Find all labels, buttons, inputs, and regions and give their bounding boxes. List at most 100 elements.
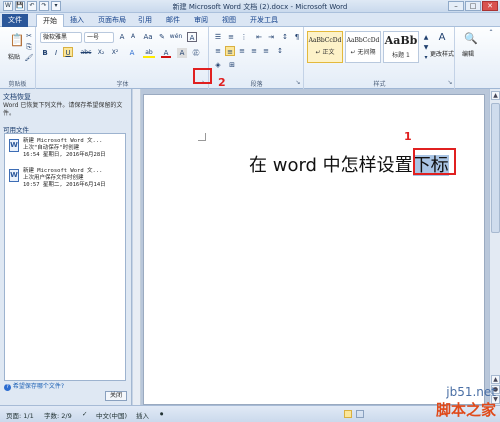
underline-icon[interactable]: U bbox=[63, 47, 73, 57]
bullets-icon[interactable]: ☰ bbox=[213, 32, 223, 42]
recovery-pane-description: Word 已恢复下列文件。请保存希望保留的文件。 bbox=[3, 102, 123, 117]
document-page[interactable]: 在 word 中怎样设置下标 bbox=[143, 94, 485, 405]
format-painter-icon[interactable]: 🖌 bbox=[24, 53, 34, 63]
styles-dialog-launcher-icon[interactable]: ↘ bbox=[446, 78, 454, 86]
status-bar: 页面: 1/1 字数: 2/9 ✓ 中文(中国) 插入 ⏺ bbox=[0, 405, 500, 422]
sort-icon[interactable]: ↕ bbox=[280, 32, 290, 42]
enclose-circle-icon[interactable]: ㊣ bbox=[191, 48, 201, 58]
tab-developer[interactable]: 开发工具 bbox=[244, 14, 284, 27]
maximize-button[interactable]: □ bbox=[465, 1, 481, 11]
tab-mailings[interactable]: 邮件 bbox=[160, 14, 186, 27]
quick-access-toolbar: W 💾 ↶ ↷ ▾ bbox=[3, 1, 61, 11]
tab-page-layout[interactable]: 页面布局 bbox=[92, 14, 132, 27]
tab-file[interactable]: 文件 bbox=[2, 14, 28, 27]
strikethrough-icon[interactable]: abc bbox=[79, 48, 93, 58]
paste-icon[interactable]: 📋 bbox=[9, 31, 25, 49]
word-app-icon[interactable]: W bbox=[3, 1, 13, 11]
which-file-link-text: 希望保存哪个文件? bbox=[12, 383, 65, 390]
superscript-icon[interactable]: X² bbox=[109, 48, 121, 58]
print-layout-view-icon[interactable] bbox=[344, 410, 352, 418]
shrink-font-icon[interactable]: A bbox=[128, 32, 138, 42]
recovered-file-item[interactable]: W 新建 Microsoft Word 文... 上次"自动保存"时创建 16:… bbox=[9, 138, 121, 166]
undo-icon[interactable]: ↶ bbox=[27, 1, 37, 11]
close-button[interactable]: ✕ bbox=[482, 1, 498, 11]
recovery-close-button[interactable]: 关闭 bbox=[105, 391, 127, 401]
style-no-spacing[interactable]: AaBbCcDd ↵ 无间隔 bbox=[345, 31, 381, 63]
align-left-icon[interactable]: ≡ bbox=[213, 46, 223, 56]
change-case-icon[interactable]: Aa bbox=[141, 32, 155, 42]
language-indicator[interactable]: 中文(中国) bbox=[96, 410, 127, 420]
highlight-icon[interactable]: ab bbox=[143, 48, 155, 58]
char-shading-icon[interactable]: A bbox=[177, 48, 187, 58]
numbering-icon[interactable]: ≡ bbox=[226, 32, 236, 42]
paste-label[interactable]: 粘贴 bbox=[8, 52, 20, 61]
insert-mode[interactable]: 插入 bbox=[136, 410, 149, 420]
clipboard-group: 📋 粘贴 ✂ ⎘ 🖌 剪贴板 bbox=[0, 27, 36, 89]
increase-indent-icon[interactable]: ⇥ bbox=[266, 32, 276, 42]
tab-insert[interactable]: 插入 bbox=[64, 14, 90, 27]
annotation-box-1 bbox=[413, 148, 456, 175]
style-normal[interactable]: AaBbCcDd ↵ 正文 bbox=[307, 31, 343, 63]
line-spacing-icon[interactable]: ↕ bbox=[275, 46, 285, 56]
clipboard-group-label: 剪贴板 bbox=[8, 81, 27, 88]
align-right-icon[interactable]: ≡ bbox=[237, 46, 247, 56]
proofing-icon[interactable]: ✓ bbox=[82, 410, 87, 418]
customize-qat-icon[interactable]: ▾ bbox=[51, 1, 61, 11]
tab-home[interactable]: 开始 bbox=[36, 14, 64, 27]
tab-view[interactable]: 视图 bbox=[216, 14, 242, 27]
phonetic-guide-icon[interactable]: wén bbox=[169, 32, 183, 42]
justify-icon[interactable]: ≡ bbox=[249, 46, 259, 56]
distributed-icon[interactable]: ≡ bbox=[261, 46, 271, 56]
document-recovery-pane: 文档恢复 Word 已恢复下列文件。请保存希望保留的文件。 可用文件 W 新建 … bbox=[0, 89, 132, 405]
change-styles-icon[interactable]: A bbox=[434, 33, 450, 43]
grow-font-icon[interactable]: A bbox=[117, 32, 127, 42]
text-effects-icon[interactable]: A bbox=[127, 48, 137, 58]
bold-icon[interactable]: B bbox=[40, 48, 50, 58]
vertical-ruler bbox=[133, 89, 141, 405]
styles-group-label: 样式 bbox=[373, 81, 386, 88]
shading-icon[interactable]: ◈ bbox=[213, 60, 223, 70]
cut-icon[interactable]: ✂ bbox=[24, 31, 34, 41]
multilevel-list-icon[interactable]: ⋮ bbox=[239, 32, 249, 42]
font-color-icon[interactable]: A bbox=[161, 48, 171, 58]
decrease-indent-icon[interactable]: ⇤ bbox=[254, 32, 264, 42]
prev-page-icon[interactable]: ▲ bbox=[491, 375, 500, 384]
scroll-up-icon[interactable]: ▲ bbox=[491, 91, 500, 100]
font-size-select[interactable]: 一号 bbox=[84, 32, 114, 43]
vertical-scrollbar[interactable]: ▲ ▲ ● ▼ bbox=[489, 89, 500, 405]
site-watermark: jb51.net 脚本之家 bbox=[436, 385, 496, 420]
style-heading-1[interactable]: AaBb 标题 1 bbox=[383, 31, 419, 63]
paragraph-dialog-launcher-icon[interactable]: ↘ bbox=[294, 78, 302, 86]
italic-icon[interactable]: I bbox=[51, 48, 61, 58]
watermark-brand: 脚本之家 bbox=[435, 401, 496, 419]
which-file-help-link[interactable]: ? 希望保存哪个文件? bbox=[4, 381, 64, 391]
clear-formatting-icon[interactable]: ✎ bbox=[157, 32, 167, 42]
macro-record-icon[interactable]: ⏺ bbox=[160, 410, 163, 419]
show-marks-icon[interactable]: ¶ bbox=[292, 32, 302, 42]
find-icon[interactable]: 🔍 bbox=[464, 32, 478, 46]
document-text-plain: 在 word 中怎样设置 bbox=[249, 155, 413, 176]
word-count[interactable]: 字数: 2/9 bbox=[44, 410, 72, 420]
tab-references[interactable]: 引用 bbox=[132, 14, 158, 27]
full-screen-view-icon[interactable] bbox=[356, 410, 364, 418]
annotation-number-2: 2 bbox=[218, 76, 226, 89]
align-center-icon[interactable]: ≡ bbox=[225, 46, 235, 56]
page-count[interactable]: 页面: 1/1 bbox=[6, 410, 34, 420]
recovered-file-item[interactable]: W 新建 Microsoft Word 文... 上次用户保存文件时创建 10:… bbox=[9, 168, 121, 196]
subscript-icon[interactable]: X₂ bbox=[95, 48, 107, 58]
copy-icon[interactable]: ⎘ bbox=[24, 42, 34, 52]
editing-label[interactable]: 编辑 bbox=[462, 49, 474, 58]
styles-scroll-up-icon[interactable]: ▲ bbox=[421, 33, 431, 41]
collapse-ribbon-icon[interactable]: ⌃ bbox=[486, 28, 496, 38]
annotation-box-2 bbox=[193, 68, 212, 84]
borders-icon[interactable]: ⊞ bbox=[227, 60, 237, 70]
redo-icon[interactable]: ↷ bbox=[39, 1, 49, 11]
enclose-char-icon[interactable]: A bbox=[187, 32, 197, 42]
style-normal-sample: AaBbCcDd bbox=[308, 37, 342, 44]
scroll-thumb[interactable] bbox=[491, 103, 500, 233]
save-icon[interactable]: 💾 bbox=[15, 1, 25, 11]
tab-review[interactable]: 审阅 bbox=[188, 14, 214, 27]
change-styles-label[interactable]: 更改样式 bbox=[429, 49, 455, 58]
minimize-button[interactable]: – bbox=[448, 1, 464, 11]
font-name-select[interactable]: 微软雅黑 bbox=[40, 32, 82, 43]
